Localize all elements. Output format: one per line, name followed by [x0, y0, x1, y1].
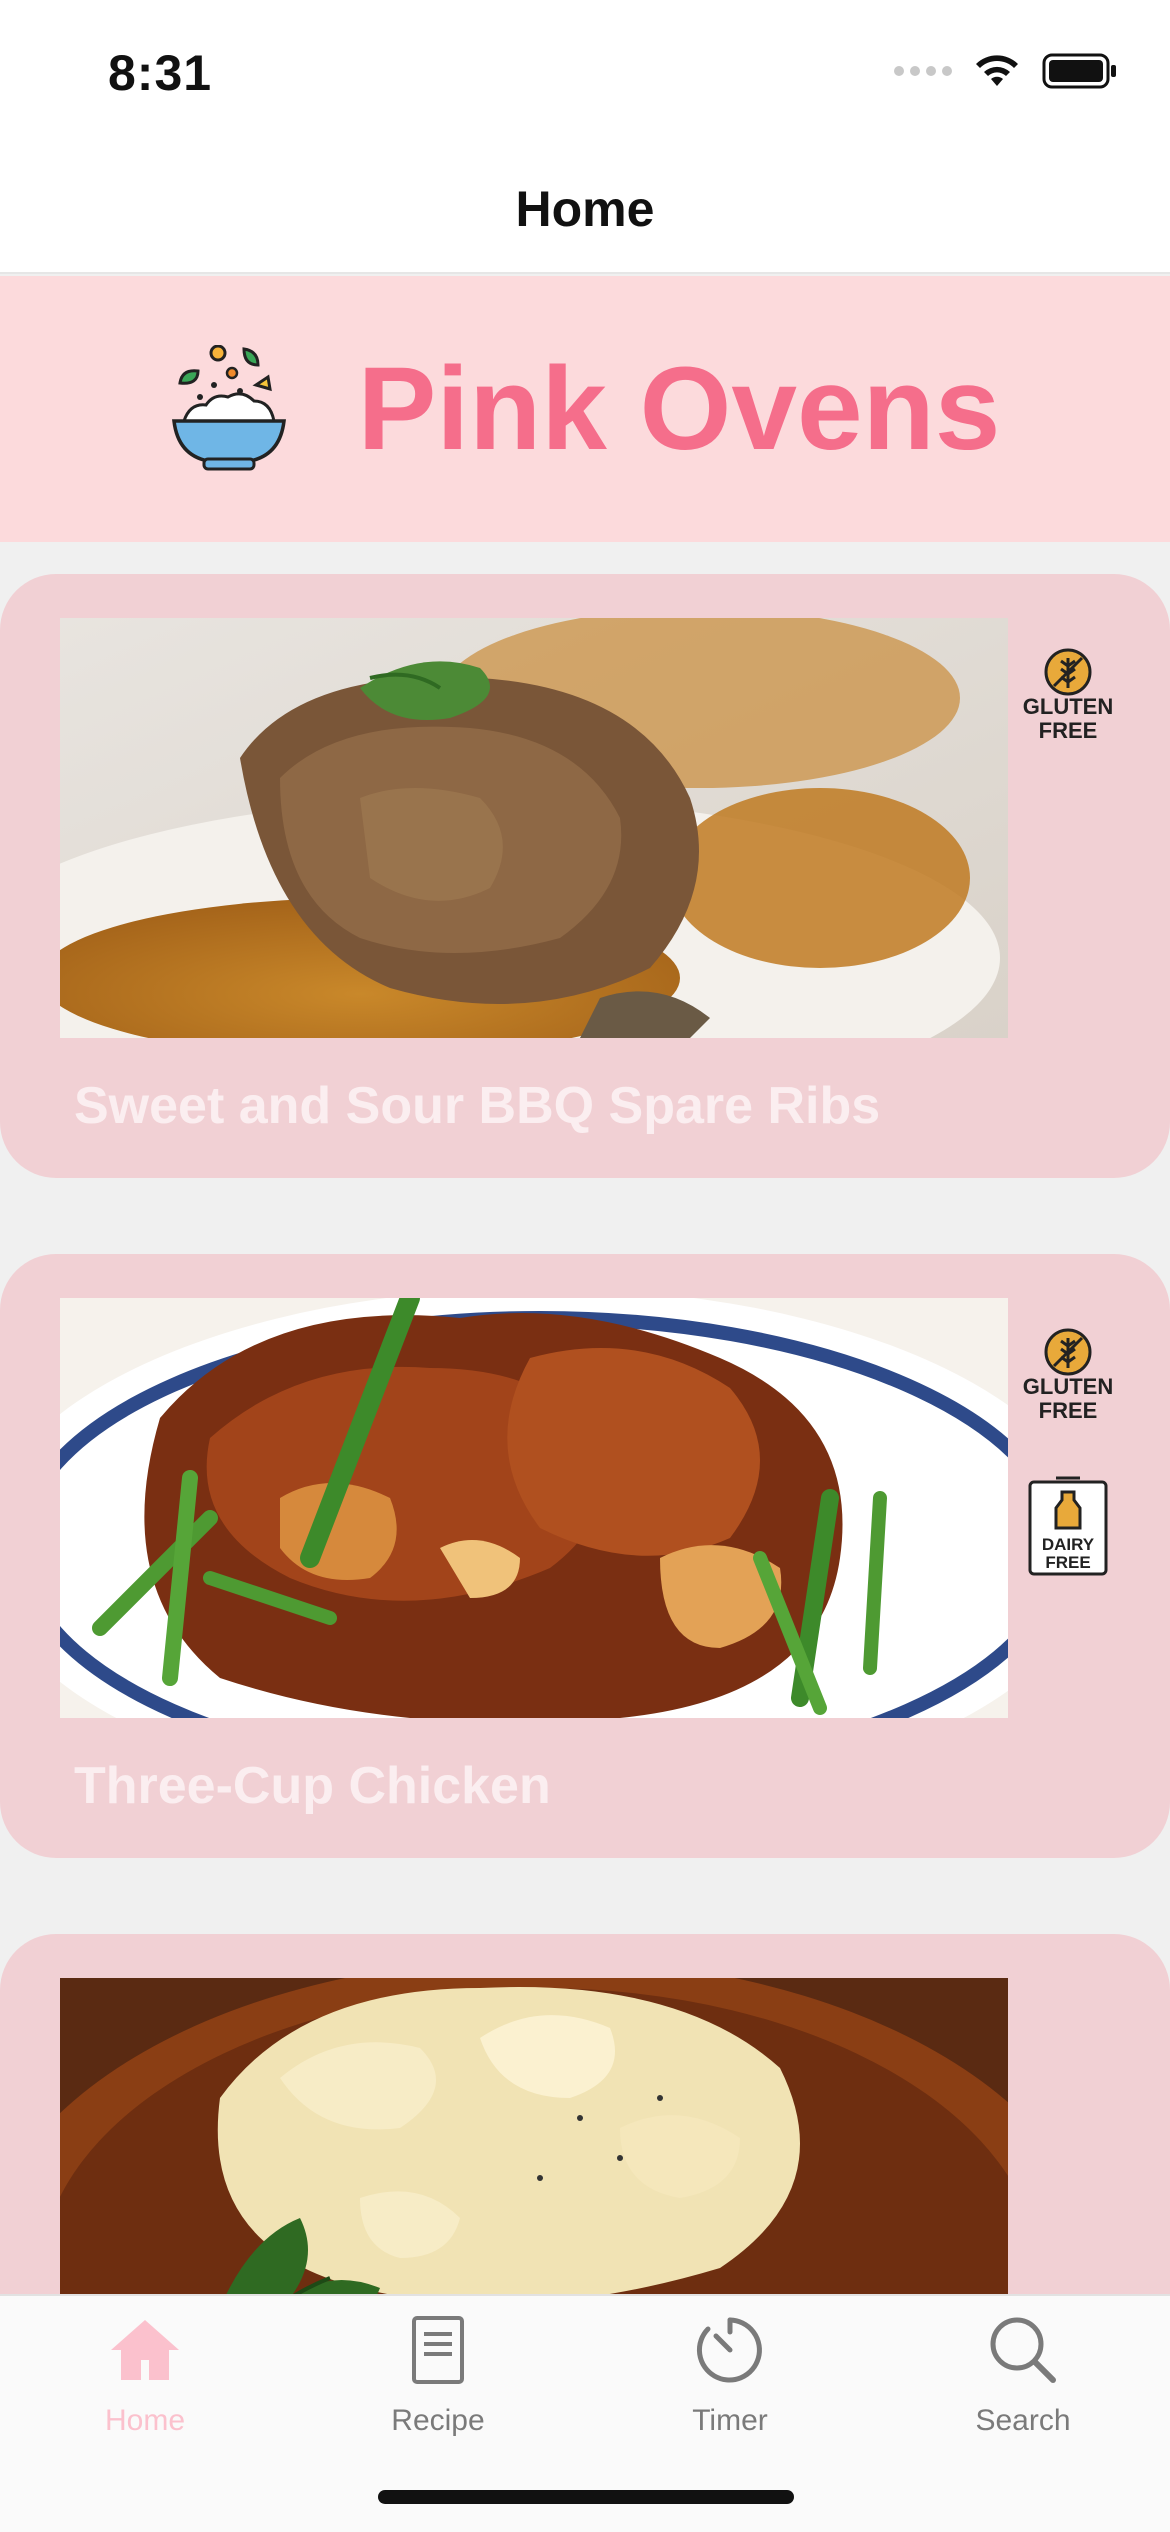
- status-bar: 8:31: [0, 0, 1170, 140]
- recipe-photo: [60, 1978, 1008, 2294]
- status-time: 8:31: [108, 45, 213, 101]
- status-icons: [894, 52, 1118, 90]
- recipe-card-spare-ribs[interactable]: Sweet and Sour BBQ Spare Ribs GLUTEN FRE…: [0, 574, 1170, 1178]
- recipe-list[interactable]: Sweet and Sour BBQ Spare Ribs GLUTEN FRE…: [0, 542, 1170, 2294]
- dairy-free-icon: DAIRY FREE: [1028, 1476, 1108, 1576]
- navigation-bar: Home: [0, 140, 1170, 274]
- recipe-photo: [60, 1298, 1008, 1718]
- tab-label: Timer: [692, 2404, 768, 2437]
- wifi-icon: [976, 55, 1018, 86]
- recipe-name: Three-Cup Chicken: [74, 1757, 551, 1815]
- badge-bottom-text: FREE: [1039, 718, 1098, 743]
- tab-label: Home: [104, 2404, 186, 2437]
- tab-search[interactable]: Search: [923, 2310, 1123, 2460]
- badge-bottom-text: FREE: [1045, 1553, 1090, 1572]
- document-icon: [412, 2316, 464, 2384]
- salad-bowl-icon: [171, 345, 286, 471]
- timer-icon: [696, 2317, 762, 2383]
- tab-timer[interactable]: Timer: [630, 2310, 830, 2460]
- home-indicator[interactable]: [378, 2490, 794, 2504]
- brand-title: Pink Ovens: [357, 343, 1001, 475]
- badge-top-text: DAIRY: [1042, 1535, 1095, 1554]
- battery-icon: [1042, 53, 1116, 89]
- recipe-photo: [60, 618, 1008, 1038]
- recipe-name: Sweet and Sour BBQ Spare Ribs: [74, 1077, 881, 1135]
- page-title: Home: [515, 181, 655, 237]
- brand-banner: Pink Ovens: [0, 276, 1170, 542]
- tab-recipe[interactable]: Recipe: [338, 2310, 538, 2460]
- tab-home[interactable]: Home: [45, 2310, 245, 2460]
- gluten-free-icon: GLUTEN FREE: [1023, 1328, 1113, 1423]
- badge-top-text: GLUTEN: [1023, 694, 1113, 719]
- cellular-signal-icon: [894, 66, 952, 76]
- tab-label: Recipe: [391, 2404, 485, 2437]
- gluten-free-icon: GLUTEN FREE: [1023, 648, 1113, 743]
- home-icon: [111, 2320, 179, 2380]
- recipe-card-three-cup-chicken[interactable]: Three-Cup Chicken GLUTEN FREE DAIRY FREE: [0, 1254, 1170, 1858]
- badge-bottom-text: FREE: [1039, 1398, 1098, 1423]
- search-icon: [990, 2317, 1056, 2383]
- badge-top-text: GLUTEN: [1023, 1374, 1113, 1399]
- recipe-card-third[interactable]: [0, 1934, 1170, 2294]
- tab-label: Search: [975, 2404, 1071, 2437]
